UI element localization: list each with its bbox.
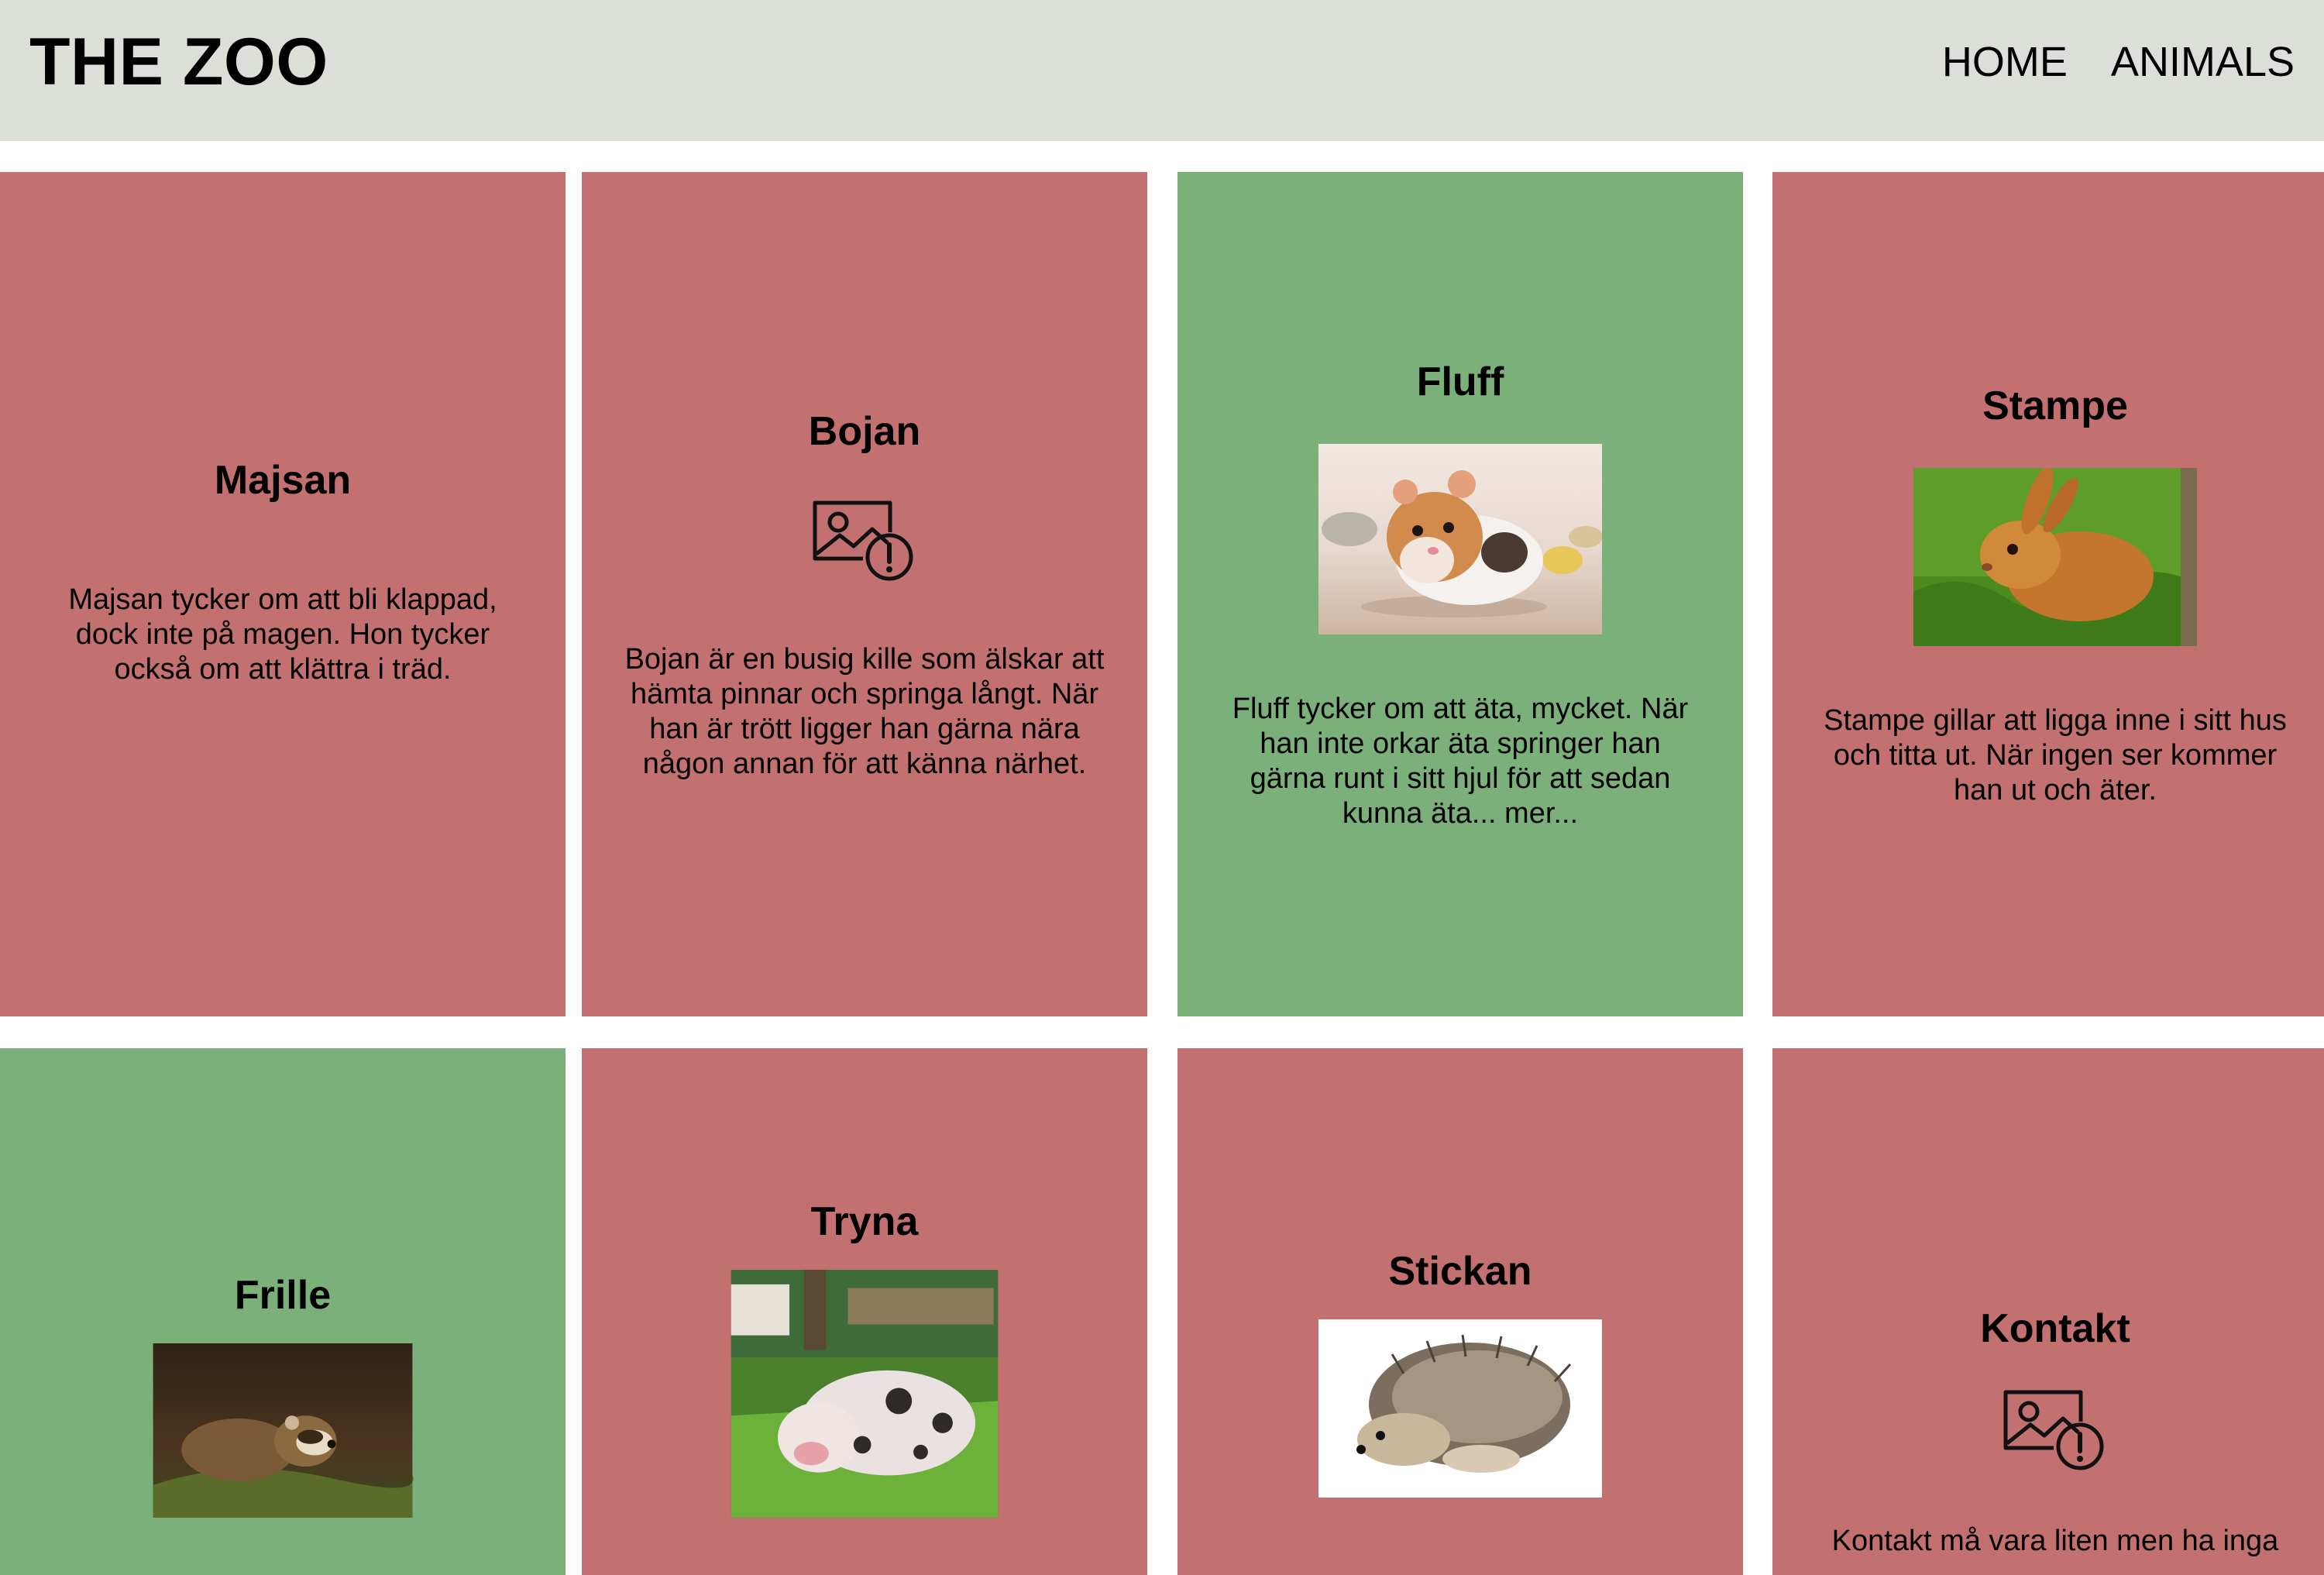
animal-name: Stampe <box>1982 383 2128 428</box>
broken-image-icon <box>813 500 913 581</box>
animal-card-stampe[interactable]: Stampe Stampe gillar att ligga inne i si… <box>1772 172 2324 1016</box>
rabbit-photo <box>1913 467 2197 646</box>
animal-name: Stickan <box>1388 1249 1532 1294</box>
animal-name: Kontakt <box>1980 1306 2130 1351</box>
site-logo[interactable]: THE ZOO <box>29 23 328 101</box>
animal-description: Fluff tycker om att äta, mycket. När han… <box>1232 693 1689 830</box>
animal-card-kontakt[interactable]: Kontakt Kontakt må vara liten men ha ing… <box>1772 1048 2324 1575</box>
animal-description: Majsan tycker om att bli klappad, dock i… <box>68 583 497 686</box>
ferret-photo <box>153 1343 414 1518</box>
animal-card-majsan[interactable]: Majsan Majsan tycker om att bli klappad,… <box>0 172 566 1016</box>
animal-description: Bojan är en busig kille som älskar att h… <box>624 643 1105 780</box>
animal-description: Kontakt må vara liten men ha inga <box>1831 1525 2279 1557</box>
site-header: THE ZOO HOME ANIMALS <box>0 0 2324 141</box>
animal-name: Majsan <box>214 457 352 503</box>
animal-card-frille[interactable]: Frille <box>0 1048 566 1575</box>
pig-photo <box>731 1270 999 1518</box>
animal-card-tryna[interactable]: Tryna <box>582 1048 1147 1575</box>
animal-name: Bojan <box>808 409 921 454</box>
animal-name: Frille <box>234 1273 332 1318</box>
animal-description: Stampe gillar att ligga inne i sitt hus … <box>1824 703 2287 806</box>
animal-name: Fluff <box>1416 359 1504 404</box>
hamster-photo <box>1318 444 1602 634</box>
animal-card-bojan[interactable]: Bojan Bojan är en busig kille som älskar… <box>582 172 1147 1016</box>
nav-animals-link[interactable]: ANIMALS <box>2111 35 2295 89</box>
broken-image-icon <box>2003 1390 2104 1470</box>
hedgehog-photo <box>1318 1319 1602 1498</box>
animal-name: Tryna <box>810 1199 919 1244</box>
animal-card-stickan[interactable]: Stickan <box>1177 1048 1743 1575</box>
nav-home-link[interactable]: HOME <box>1942 35 2068 89</box>
main-nav: HOME ANIMALS <box>1942 35 2295 89</box>
animal-card-fluff[interactable]: Fluff Fluff tycker om att äta, mycket. N… <box>1177 172 1743 1016</box>
